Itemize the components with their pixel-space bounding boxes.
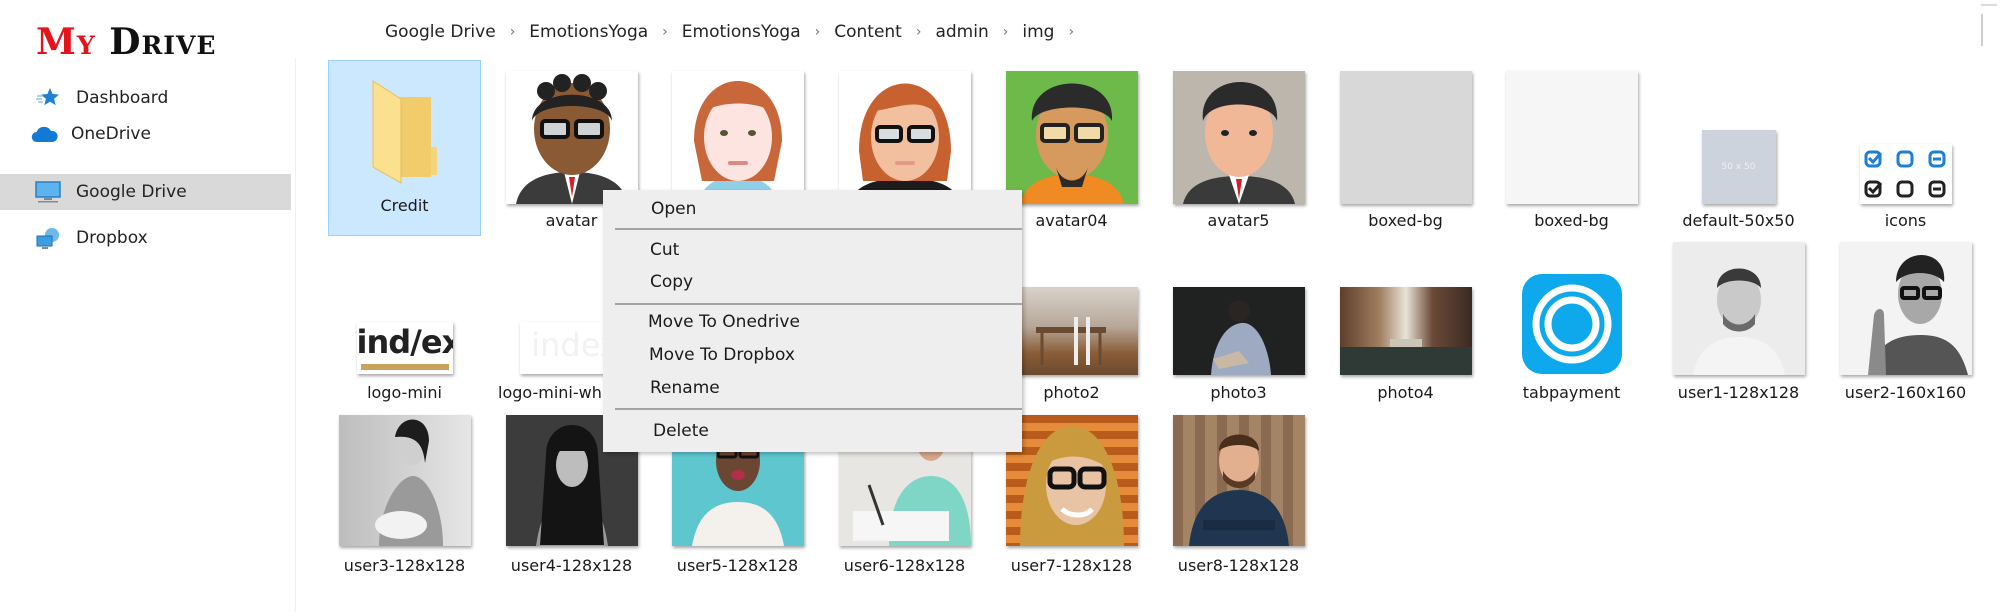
dashboard-star-icon xyxy=(34,86,62,110)
file-tile[interactable]: tabpayment xyxy=(1495,232,1648,408)
sidebar-item-dashboard[interactable]: Dashboard xyxy=(0,80,291,116)
file-name: user5-128x128 xyxy=(676,556,799,575)
network-globe-icon xyxy=(34,226,62,250)
logo-text: ind/ex xyxy=(356,323,453,361)
avatar3-thumbnail xyxy=(838,71,971,204)
breadcrumb: Google Drive › EmotionsYoga › EmotionsYo… xyxy=(381,18,1084,46)
sidebar-item-label: Dropbox xyxy=(76,228,148,248)
user1-thumbnail xyxy=(1672,242,1805,375)
avatar04-thumbnail xyxy=(1005,71,1138,204)
breadcrumb-item[interactable]: Content xyxy=(830,22,906,42)
file-name: user7-128x128 xyxy=(1010,556,1133,575)
menu-item-copy[interactable]: Copy xyxy=(650,269,693,295)
file-name: tabpayment xyxy=(1522,383,1621,402)
file-tile[interactable]: photo4 xyxy=(1329,232,1482,408)
photo3-thumbnail xyxy=(1172,287,1305,375)
chevron-right-icon: › xyxy=(662,24,668,40)
menu-item-move-to-onedrive[interactable]: Move To Onedrive xyxy=(648,309,800,335)
sidebar-item-onedrive[interactable]: OneDrive xyxy=(0,116,291,152)
file-name: user4-128x128 xyxy=(510,556,633,575)
menu-separator xyxy=(615,228,1022,230)
breadcrumb-item[interactable]: admin xyxy=(931,22,992,42)
sidebar-item-label: OneDrive xyxy=(71,124,151,144)
file-tile[interactable]: ind/ex logo-mini xyxy=(328,232,481,408)
logo-mini-thumbnail: ind/ex xyxy=(356,322,453,374)
breadcrumb-item[interactable]: EmotionsYoga xyxy=(678,22,805,42)
breadcrumb-item[interactable]: Google Drive xyxy=(381,22,500,42)
breadcrumb-item[interactable]: img xyxy=(1018,22,1058,42)
file-name: avatar5 xyxy=(1207,211,1270,230)
logo-my: My xyxy=(36,21,96,63)
menu-separator xyxy=(615,303,1022,305)
file-name: photo4 xyxy=(1377,383,1434,402)
chevron-right-icon: › xyxy=(509,24,516,40)
file-name: logo-mini xyxy=(367,383,442,402)
file-name: user3-128x128 xyxy=(343,556,466,575)
file-tile[interactable]: boxed-bg xyxy=(1495,60,1648,236)
sidebar: Dashboard OneDrive Google Drive Dropbox xyxy=(0,58,296,612)
file-name: icons xyxy=(1884,211,1927,230)
file-tile[interactable]: avatar5 xyxy=(1162,60,1315,236)
chevron-right-icon: › xyxy=(814,24,821,40)
default-50x50-thumbnail: 50 x 50 xyxy=(1701,130,1776,204)
file-name: boxed-bg xyxy=(1368,211,1443,230)
file-tile[interactable]: icons xyxy=(1829,60,1982,236)
file-name: Credit xyxy=(380,196,429,215)
file-tile-folder[interactable]: Credit xyxy=(328,60,481,236)
photo2-thumbnail xyxy=(1005,287,1138,375)
file-name: user1-128x128 xyxy=(1677,383,1800,402)
menu-item-move-to-dropbox[interactable]: Move To Dropbox xyxy=(649,342,795,368)
file-name: user2-160x160 xyxy=(1844,383,1967,402)
context-menu: Open Cut Copy Move To Onedrive Move To D… xyxy=(603,190,1022,452)
menu-separator xyxy=(615,408,1022,410)
avatar-thumbnail xyxy=(505,71,638,204)
file-name: user6-128x128 xyxy=(843,556,966,575)
icons-thumbnail xyxy=(1859,144,1952,204)
user8-thumbnail xyxy=(1172,415,1305,546)
file-tile[interactable]: user3-128x128 xyxy=(328,404,481,580)
scrollbar-track[interactable] xyxy=(1981,4,1997,6)
tabpayment-thumbnail xyxy=(1519,272,1624,376)
user2-thumbnail xyxy=(1839,242,1972,375)
scrollbar-thumb[interactable] xyxy=(1981,14,1986,46)
avatar5-thumbnail xyxy=(1172,71,1305,204)
file-name: user8-128x128 xyxy=(1177,556,1300,575)
avatar2-thumbnail xyxy=(671,71,804,204)
onedrive-cloud-icon xyxy=(31,122,59,146)
menu-item-delete[interactable]: Delete xyxy=(653,418,709,444)
user3-thumbnail xyxy=(338,415,471,546)
file-tile[interactable]: user2-160x160 xyxy=(1829,232,1982,408)
file-tile[interactable]: photo3 xyxy=(1162,232,1315,408)
placeholder-text: 50 x 50 xyxy=(1721,162,1756,172)
file-tile[interactable]: user1-128x128 xyxy=(1662,232,1815,408)
breadcrumb-item[interactable]: EmotionsYoga xyxy=(525,22,652,42)
sidebar-item-label: Dashboard xyxy=(76,88,169,108)
folder-icon xyxy=(363,77,447,187)
menu-item-rename[interactable]: Rename xyxy=(650,375,720,401)
user7-thumbnail xyxy=(1005,415,1138,546)
sidebar-item-google-drive[interactable]: Google Drive xyxy=(0,174,291,210)
file-tile[interactable]: user8-128x128 xyxy=(1162,404,1315,580)
sidebar-item-dropbox[interactable]: Dropbox xyxy=(0,220,291,256)
file-tile[interactable]: 50 x 50 default-50x50 xyxy=(1662,60,1815,236)
file-name: photo3 xyxy=(1210,383,1267,402)
app-logo: My Drive xyxy=(36,22,216,62)
monitor-icon xyxy=(34,180,62,204)
chevron-right-icon: › xyxy=(915,24,922,40)
chevron-right-icon: › xyxy=(1002,24,1009,40)
photo4-thumbnail xyxy=(1339,287,1472,375)
menu-item-open[interactable]: Open xyxy=(651,196,696,222)
chevron-right-icon: › xyxy=(1068,24,1075,40)
sidebar-item-label: Google Drive xyxy=(76,182,187,202)
file-name: default-50x50 xyxy=(1682,211,1795,230)
menu-item-cut[interactable]: Cut xyxy=(650,237,679,263)
file-tile[interactable]: boxed-bg xyxy=(1329,60,1482,236)
logo-drive: Drive xyxy=(109,21,217,63)
boxed-bg-thumbnail xyxy=(1505,71,1638,204)
boxed-bg-thumbnail xyxy=(1339,71,1472,204)
file-name: boxed-bg xyxy=(1534,211,1609,230)
